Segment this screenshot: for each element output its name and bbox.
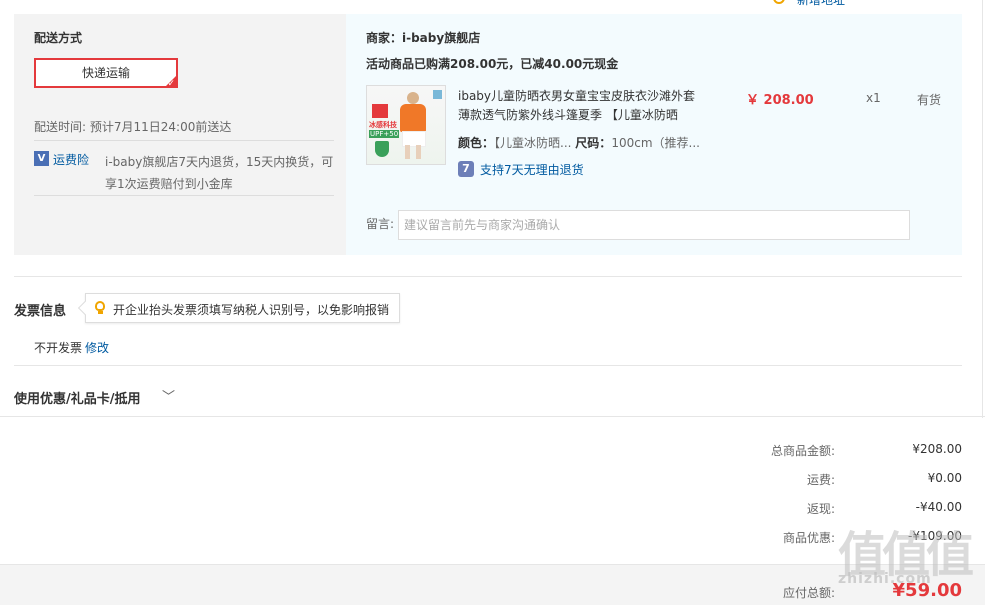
product-attributes: 颜色：【儿童冰防晒... 尺码：100cm（推荐... (458, 134, 700, 151)
check-icon: ✓ (167, 79, 175, 89)
payable-label: 应付总额: (782, 586, 835, 600)
invoice-status: 不开发票 (34, 341, 83, 355)
size-value: 100cm（推荐... (611, 136, 700, 150)
freight-insurance-link[interactable]: 运费险 (53, 151, 89, 168)
cashback-label: 返现: (806, 502, 835, 516)
note-input[interactable] (398, 210, 910, 240)
insurance-desc-line: i-baby旗舰店7天内退货，15天内换货，可 (105, 155, 334, 169)
product-thumbnail[interactable]: 冰感科技 UPF+50 (366, 85, 446, 165)
color-value: 【儿童冰防晒... (494, 136, 572, 150)
cashback-value: -¥40.00 (915, 500, 962, 514)
coupon-title: 使用优惠/礼品卡/抵用 (14, 392, 141, 407)
note-label: 留言: (366, 217, 395, 231)
thumb-badge: UPF+50 (369, 130, 400, 138)
seven-day-return-icon: 7 (458, 161, 474, 177)
coupon-toggle[interactable]: 使用优惠/礼品卡/抵用 (14, 388, 141, 407)
watermark-url: zhizhi.com (838, 571, 932, 587)
invoice-title: 发票信息 (14, 304, 67, 319)
invoice-tip-tooltip: 开企业抬头发票须填写纳税人识别号，以免影响报销 (77, 293, 400, 323)
section-divider (14, 276, 962, 277)
total-goods-value: ¥208.00 (912, 442, 962, 456)
invoice-edit-link[interactable]: 修改 (85, 339, 109, 356)
shipping-fee-value: ¥0.00 (927, 471, 962, 485)
thumb-label-top: 冰感科技 (369, 121, 397, 129)
summary-divider (0, 416, 985, 417)
lightbulb-icon (95, 301, 105, 311)
product-quantity: x1 (866, 91, 881, 105)
merchant-name[interactable]: 商家：i-baby旗舰店 (366, 29, 480, 46)
shield-icon: V (34, 151, 49, 166)
delivery-time-text: 配送时间: 预计7月11日24:00前送达 (34, 120, 232, 134)
insurance-description: i-baby旗舰店7天内退货，15天内换货，可 享1次运费赔付到小金库 (105, 151, 333, 195)
product-name-line: ibaby儿童防晒衣男女童宝宝皮肤衣沙滩外套 (458, 89, 696, 103)
delivery-time: 配送时间: 预计7月11日24:00前送达 (34, 118, 231, 135)
right-border (982, 0, 983, 418)
discount-label: 商品优惠: (782, 531, 835, 545)
chevron-down-icon[interactable]: ﹀ (162, 386, 175, 405)
lightbulb-base (98, 311, 103, 314)
shipping-fee-label: 运费: (806, 473, 835, 487)
promo-text: 活动商品已购满208.00元，已减40.00元现金 (366, 57, 619, 71)
stock-status: 有货 (917, 93, 942, 107)
return-policy-link[interactable]: 支持7天无理由退货 (480, 161, 584, 178)
tooltip-arrow (77, 300, 93, 316)
product-price: ￥ 208.00 (746, 93, 814, 108)
total-goods-label: 总商品金额: (770, 444, 835, 458)
shipping-title: 配送方式 (34, 31, 83, 45)
invoice-tip-text: 开企业抬头发票须填写纳税人识别号，以免影响报销 (113, 303, 390, 317)
product-name-link[interactable]: ibaby儿童防晒衣男女童宝宝皮肤衣沙滩外套 薄款透气防紫外线斗篷夏季 【儿童冰… (458, 87, 695, 125)
plus-circle-icon (773, 0, 785, 4)
express-shipping-button[interactable]: 快递运输 ✓ (34, 58, 178, 89)
color-label: 颜色： (458, 136, 495, 150)
divider (34, 140, 334, 141)
section-divider (14, 365, 962, 366)
add-address-link[interactable]: 新增地址 (797, 0, 845, 8)
product-name-line: 薄款透气防紫外线斗篷夏季 【儿童冰防晒 (458, 108, 678, 122)
insurance-desc-line: 享1次运费赔付到小金库 (105, 177, 233, 191)
express-shipping-label: 快递运输 (81, 66, 130, 80)
size-label: 尺码： (575, 136, 612, 150)
divider (34, 195, 334, 196)
